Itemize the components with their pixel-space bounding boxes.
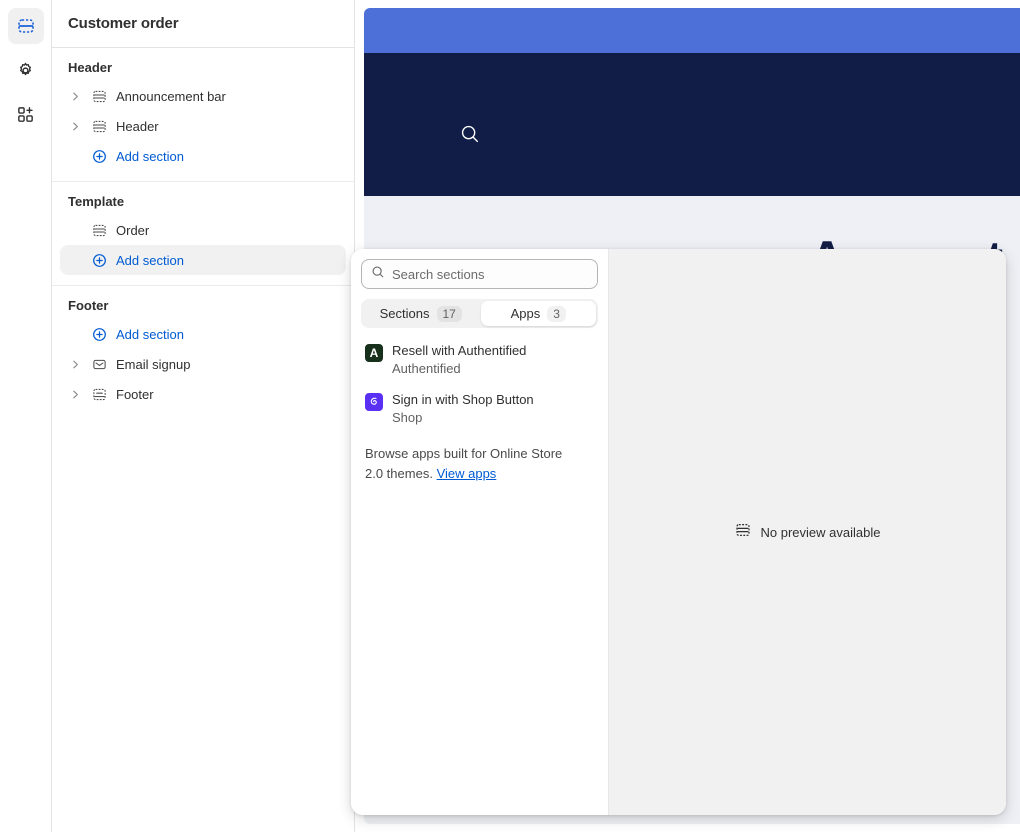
search-icon[interactable] [459,123,481,150]
section-icon [90,221,108,239]
browse-apps-text: Browse apps built for Online Store 2.0 t… [361,444,576,484]
chevron-right-icon[interactable] [68,89,82,103]
add-section-header-button[interactable]: Add section [60,141,346,171]
sections-apps-tabs: Sections 17 Apps 3 [361,299,598,328]
announcement-bar: Welcome [364,8,1020,53]
app-developer: Shop [392,410,423,425]
sidebar-group-header: Header Announcement bar Header Add secti… [52,48,354,182]
add-section-label: Add section [116,252,184,268]
footer-icon [90,385,108,403]
plus-circle-icon [90,147,108,165]
app-icon-authentified: A [365,344,383,362]
app-icon-letter: A [369,346,379,360]
rail-item-settings[interactable] [8,52,44,88]
search-icon [371,265,385,284]
page-title: Customer order [52,0,354,48]
sidebar-item-footer[interactable]: Footer [60,379,346,409]
tab-apps[interactable]: Apps 3 [480,301,596,326]
rail-item-sections[interactable] [7,8,44,44]
sidebar-item-label: Email signup [116,356,191,372]
sidebar-group-template: Template Order Add section [52,182,354,286]
plus-circle-icon [90,251,108,269]
store-header: Authentified Home Catalog [364,53,1020,196]
app-developer: Authentified [392,361,461,376]
theme-editor: Customer order Header Announcement bar H… [0,0,1020,832]
tab-sections-count: 17 [436,305,462,322]
shop-logo-icon [370,397,377,405]
search-sections-field[interactable] [361,259,598,289]
sidebar-item-order[interactable]: Order [60,215,346,245]
sidebar-item-header[interactable]: Header [60,111,346,141]
chevron-right-icon[interactable] [68,357,82,371]
section-icon [90,117,108,135]
sidebar-item-email-signup[interactable]: Email signup [60,349,346,379]
add-section-popover: Sections 17 Apps 3 A Resell with Authent… [351,249,1006,815]
group-label: Template [68,194,125,209]
app-name: Resell with Authentified [392,343,527,358]
list-item[interactable]: A Resell with Authentified Authentified [361,340,598,379]
sidebar-item-announcement-bar[interactable]: Announcement bar [60,81,346,111]
app-name: Sign in with Shop Button [392,392,534,407]
search-input[interactable] [392,266,588,282]
sidebar-group-footer: Footer Add section Email signup Footer [52,286,354,419]
tab-apps-count: 3 [547,305,566,322]
section-icon [90,87,108,105]
apps-icon [16,105,35,124]
list-item-texts: Sign in with Shop Button Shop [392,391,534,426]
email-icon [90,355,108,373]
section-icon [735,522,751,543]
add-section-label: Add section [116,326,184,342]
list-item[interactable]: Sign in with Shop Button Shop [361,389,598,428]
sections-sidebar: Customer order Header Announcement bar H… [52,0,355,832]
chevron-right-icon[interactable] [68,119,82,133]
sidebar-item-label: Header [116,118,159,134]
sections-icon [16,16,36,36]
app-list: A Resell with Authentified Authentified [361,340,598,428]
gear-icon [16,61,35,80]
tab-apps-label: Apps [510,306,541,321]
sidebar-item-label: Order [116,222,150,238]
list-item-texts: Resell with Authentified Authentified [392,342,526,377]
view-apps-link[interactable]: View apps [437,466,497,481]
popover-list-panel: Sections 17 Apps 3 A Resell with Authent… [351,249,609,815]
popover-preview-panel: No preview available [609,249,1006,815]
icon-rail [0,0,52,832]
sidebar-item-label: Footer [116,386,154,402]
chevron-right-icon[interactable] [68,387,82,401]
group-label: Footer [68,298,109,313]
add-section-label: Add section [116,148,184,164]
rail-item-apps[interactable] [8,96,44,132]
add-section-footer-button[interactable]: Add section [60,319,346,349]
tab-sections[interactable]: Sections 17 [363,301,479,326]
no-preview-text: No preview available [760,524,881,540]
tab-sections-label: Sections [379,306,430,321]
add-section-template-button[interactable]: Add section [60,245,346,275]
plus-circle-icon [90,325,108,343]
sidebar-item-label: Announcement bar [116,88,226,104]
group-label: Header [68,60,113,75]
app-icon-shop [365,393,383,411]
